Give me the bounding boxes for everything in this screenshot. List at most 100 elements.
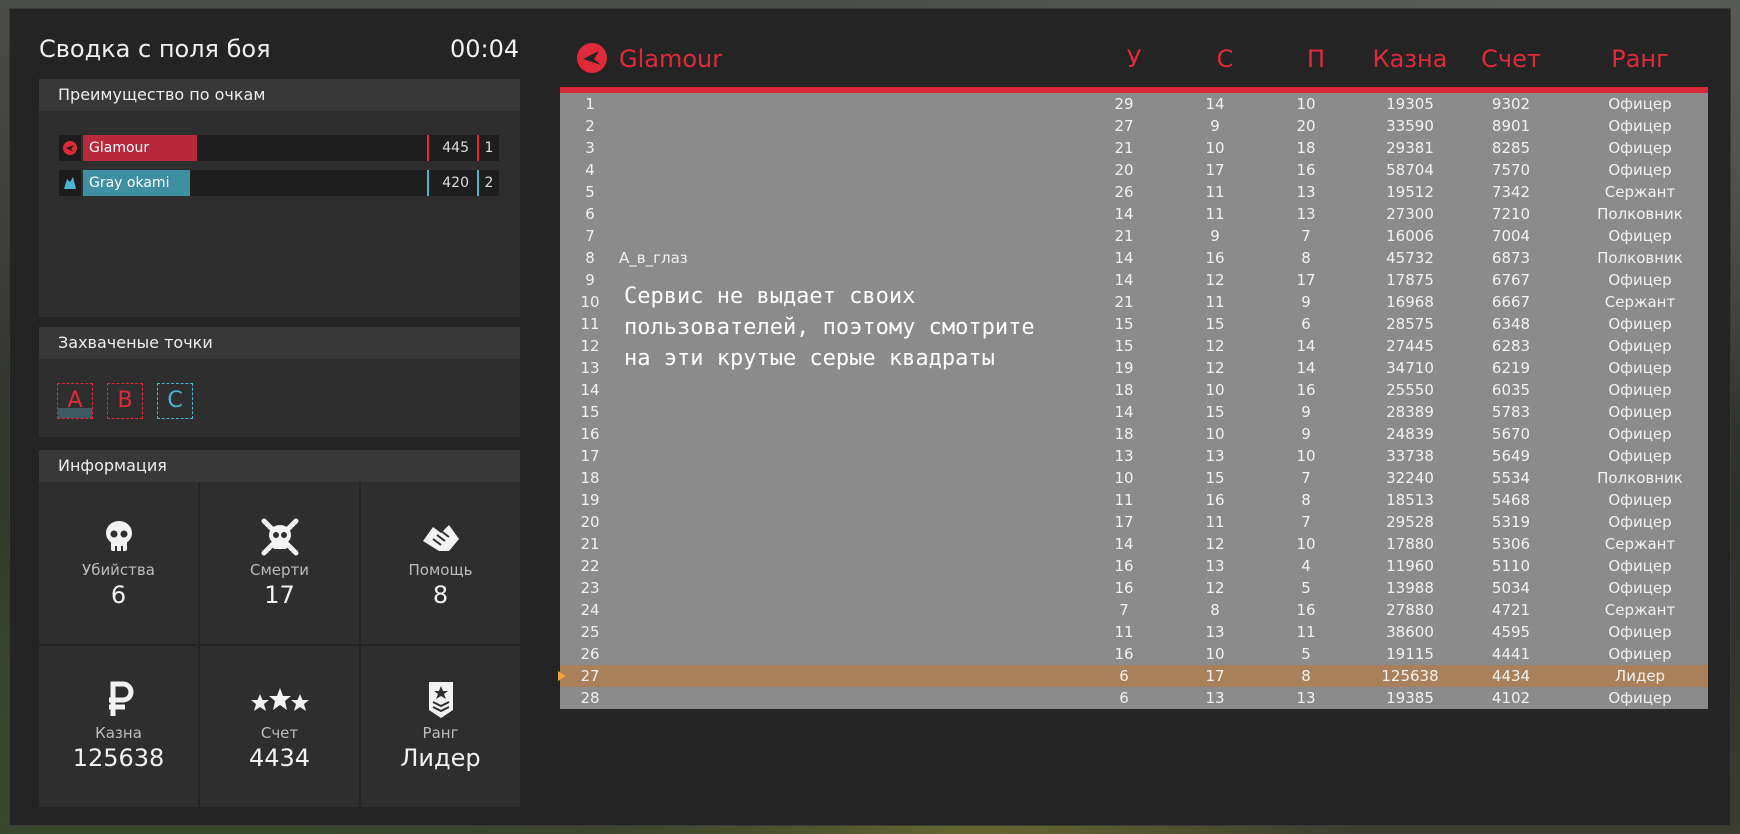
stat-label: Смерти [249,560,310,579]
info-panel-title: Информация [39,450,520,482]
cell-deaths: 10 [1205,139,1225,157]
cell-score: 5306 [1491,535,1531,553]
stat-treasury: Казна 125638 [39,645,198,807]
cell-assists: 14 [1296,359,1316,377]
cell-assists: 5 [1301,645,1311,663]
team-score: 445 [429,135,477,161]
table-row[interactable]: 23 16 12 5 13988 5034 Офицер [560,577,1708,599]
cell-assists: 10 [1296,535,1316,553]
cell-deaths: 12 [1205,579,1225,597]
cell-deaths: 10 [1205,645,1225,663]
cell-position: 19 [580,491,600,509]
cell-position: 12 [580,337,600,355]
table-row[interactable]: 1 29 14 10 19305 9302 Офицер [560,93,1708,115]
table-row[interactable]: 8 А_в_глаз 14 16 8 45732 6873 Полковник [560,247,1708,269]
table-row[interactable]: 22 16 13 4 11960 5110 Офицер [560,555,1708,577]
cell-treasury: 32240 [1386,469,1434,487]
cell-rank: Офицер [1608,513,1672,531]
column-header-deaths[interactable]: С [1205,45,1245,73]
table-row[interactable]: 15 14 15 9 28389 5783 Офицер [560,401,1708,423]
cell-deaths: 14 [1205,95,1225,113]
cell-kills: 18 [1114,381,1134,399]
cell-deaths: 9 [1210,117,1220,135]
cell-treasury: 17875 [1386,271,1434,289]
cell-kills: 10 [1114,469,1134,487]
cell-rank: Офицер [1608,337,1672,355]
cell-rank: Офицер [1608,359,1672,377]
cell-score: 6219 [1491,359,1531,377]
cell-assists: 9 [1301,403,1311,421]
table-row[interactable]: 24 7 8 16 27880 4721 Сержант [560,599,1708,621]
cell-kills: 18 [1114,425,1134,443]
table-row[interactable]: 20 17 11 7 29528 5319 Офицер [560,511,1708,533]
cell-assists: 8 [1301,667,1311,685]
cell-treasury: 125638 [1381,667,1439,685]
table-row[interactable]: 21 14 12 10 17880 5306 Сержант [560,533,1708,555]
cell-rank: Офицер [1608,623,1672,641]
cell-assists: 9 [1301,425,1311,443]
table-row[interactable]: 14 18 10 16 25550 6035 Офицер [560,379,1708,401]
cell-rank: Офицер [1608,117,1672,135]
stat-rank: Ранг Лидер [361,645,520,807]
table-row[interactable]: 2 27 9 20 33590 8901 Офицер [560,115,1708,137]
cell-rank: Офицер [1608,227,1672,245]
stat-value: 125638 [72,744,165,773]
stat-value: 17 [264,580,295,609]
cell-assists: 7 [1301,469,1311,487]
stat-label: Помощь [408,560,473,579]
table-row[interactable]: 7 21 9 7 16006 7004 Офицер [560,225,1708,247]
cell-assists: 10 [1296,95,1316,113]
table-row[interactable]: 5 26 11 13 19512 7342 Сержант [560,181,1708,203]
team-name: Gray okami [89,175,170,191]
cell-score: 7342 [1491,183,1531,201]
table-row[interactable]: 25 11 13 11 38600 4595 Офицер [560,621,1708,643]
cell-kills: 11 [1114,491,1134,509]
team-name: Glamour [89,140,150,156]
cell-deaths: 12 [1205,337,1225,355]
cell-treasury: 11960 [1386,557,1434,575]
cell-assists: 6 [1301,315,1311,333]
table-row[interactable]: 16 18 10 9 24839 5670 Офицер [560,423,1708,445]
table-row[interactable]: 19 11 16 8 18513 5468 Офицер [560,489,1708,511]
cell-score: 4595 [1491,623,1531,641]
column-header-score[interactable]: Счет [1466,45,1556,73]
cell-rank: Офицер [1608,381,1672,399]
scoreboard-team-name: Glamour [619,45,723,73]
cell-kills: 20 [1114,161,1134,179]
table-row[interactable]: 26 16 10 5 19115 4441 Офицер [560,643,1708,665]
cell-assists: 9 [1301,293,1311,311]
cell-assists: 11 [1296,623,1316,641]
team-row-gray-okami: Gray okami 420 2 [59,170,499,196]
cell-assists: 7 [1301,227,1311,245]
table-row[interactable]: 27 6 17 8 125638 4434 Лидер [558,665,1708,687]
ruble-icon [108,681,133,717]
column-header-treasury[interactable]: Казна [1360,45,1460,73]
stat-deaths: Смерти 17 [200,482,359,644]
stat-kills: Убийства 6 [39,482,198,644]
cell-treasury: 38600 [1386,623,1434,641]
column-header-kills[interactable]: У [1114,45,1154,73]
table-row[interactable]: 18 10 15 7 32240 5534 Полковник [560,467,1708,489]
cell-treasury: 27880 [1386,601,1434,619]
cell-treasury: 29528 [1386,513,1434,531]
cell-kills: 15 [1114,315,1134,333]
table-row[interactable]: 3 21 10 18 29381 8285 Офицер [560,137,1708,159]
column-header-assists[interactable]: П [1296,45,1336,73]
table-row[interactable]: 28 6 13 13 19385 4102 Офицер [560,687,1708,709]
cell-assists: 10 [1296,447,1316,465]
table-row[interactable]: 6 14 11 13 27300 7210 Полковник [560,203,1708,225]
cell-kills: 14 [1114,205,1134,223]
cell-position: 14 [580,381,600,399]
column-header-rank[interactable]: Ранг [1590,45,1690,73]
cell-deaths: 11 [1205,205,1225,223]
control-points-panel: Захваченые точки A B C [39,327,520,437]
cell-rank: Полковник [1597,469,1683,487]
table-row[interactable]: 17 13 13 10 33738 5649 Офицер [560,445,1708,467]
table-row[interactable]: 4 20 17 16 58704 7570 Офицер [560,159,1708,181]
cell-position: 23 [580,579,600,597]
cell-kills: 27 [1114,117,1134,135]
cell-treasury: 24839 [1386,425,1434,443]
cell-kills: 15 [1114,337,1134,355]
cell-position: 8 [585,249,595,267]
cell-treasury: 58704 [1386,161,1434,179]
